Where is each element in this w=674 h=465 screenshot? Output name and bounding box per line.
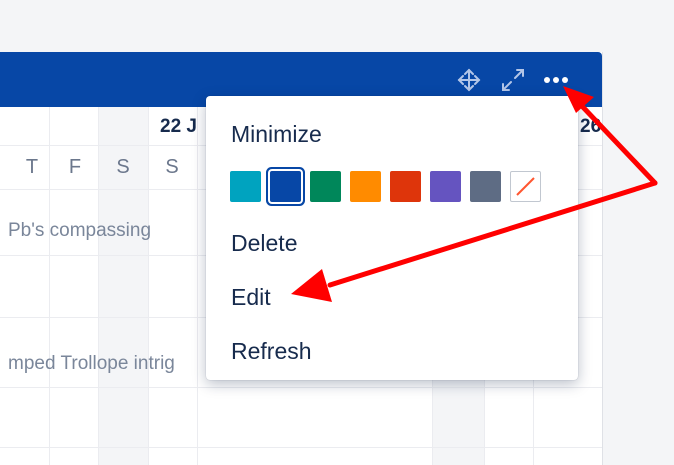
- day-label-friday: F: [68, 156, 82, 178]
- color-swatch-red[interactable]: [390, 171, 421, 202]
- color-swatch-blue[interactable]: [270, 171, 301, 202]
- move-icon[interactable]: [455, 66, 483, 94]
- color-swatch-orange[interactable]: [350, 171, 381, 202]
- day-label-tuesday: T: [25, 156, 39, 178]
- week-date-label: 22 J: [160, 116, 197, 137]
- week-date-label-next: 26: [580, 116, 602, 137]
- minimize-menu-item[interactable]: Minimize: [231, 121, 322, 148]
- calendar-event[interactable]: mped Trollope intrig: [8, 353, 175, 375]
- color-swatch-green[interactable]: [310, 171, 341, 202]
- delete-menu-item[interactable]: Delete: [231, 230, 297, 257]
- no-color-swatch[interactable]: [510, 171, 541, 202]
- more-icon[interactable]: [542, 66, 570, 94]
- gadget-options-menu: Minimize Delete Edit Refresh: [206, 96, 578, 380]
- expand-icon[interactable]: [499, 66, 527, 94]
- color-swatch-teal[interactable]: [230, 171, 261, 202]
- no-color-icon: [516, 177, 535, 196]
- calendar-event[interactable]: Pb's compassing: [8, 220, 151, 242]
- refresh-menu-item[interactable]: Refresh: [231, 338, 312, 365]
- day-label-saturday: S: [116, 156, 130, 178]
- color-swatch-purple[interactable]: [430, 171, 461, 202]
- edit-menu-item[interactable]: Edit: [231, 284, 271, 311]
- day-label-sunday: S: [165, 156, 179, 178]
- color-swatch-gray[interactable]: [470, 171, 501, 202]
